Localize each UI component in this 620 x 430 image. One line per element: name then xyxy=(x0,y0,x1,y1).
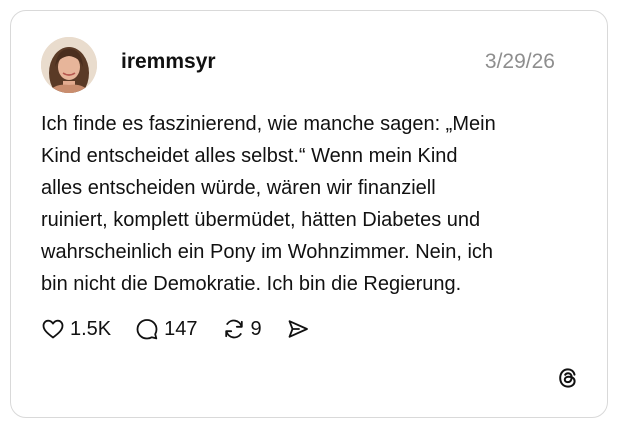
repost-button[interactable]: 9 xyxy=(222,317,262,341)
avatar-image xyxy=(41,37,97,93)
post-text-line: Kind entscheidet alles selbst.“ Wenn mei… xyxy=(41,145,458,167)
threads-logo-icon xyxy=(559,368,576,388)
post-text-line: ruiniert, komplett übermüdet, hätten Dia… xyxy=(41,209,481,231)
share-button[interactable] xyxy=(286,317,315,341)
post-text-line: alles entscheiden würde, wären wir finan… xyxy=(41,177,436,199)
send-icon xyxy=(288,320,308,338)
post-text: Ich finde es faszinierend, wie manche sa… xyxy=(41,108,581,300)
post-date: 3/29/26 xyxy=(484,50,555,73)
post-text-line: bin nicht die Demokratie. Ich bin die Re… xyxy=(41,273,462,295)
comment-count: 147 xyxy=(164,317,198,340)
post-text-line: Ich finde es faszinierend, wie manche sa… xyxy=(41,113,496,135)
heart-icon xyxy=(42,319,64,339)
post-text-line: wahrscheinlich ein Pony im Wohnzimmer. N… xyxy=(41,241,494,263)
comment-bubble-icon xyxy=(136,319,158,340)
username[interactable]: iremmsyr xyxy=(121,49,216,75)
comment-button[interactable]: 147 xyxy=(135,317,198,341)
repost-count: 9 xyxy=(250,317,262,340)
post-card: iremmsyr 3/29/26 Ich finde es fasziniere… xyxy=(10,10,608,418)
like-count: 1.5K xyxy=(70,317,112,340)
repost-icon xyxy=(224,319,243,339)
action-bar: 1.5K 147 9 xyxy=(41,315,339,343)
avatar[interactable] xyxy=(41,37,97,93)
like-button[interactable]: 1.5K xyxy=(41,317,111,341)
